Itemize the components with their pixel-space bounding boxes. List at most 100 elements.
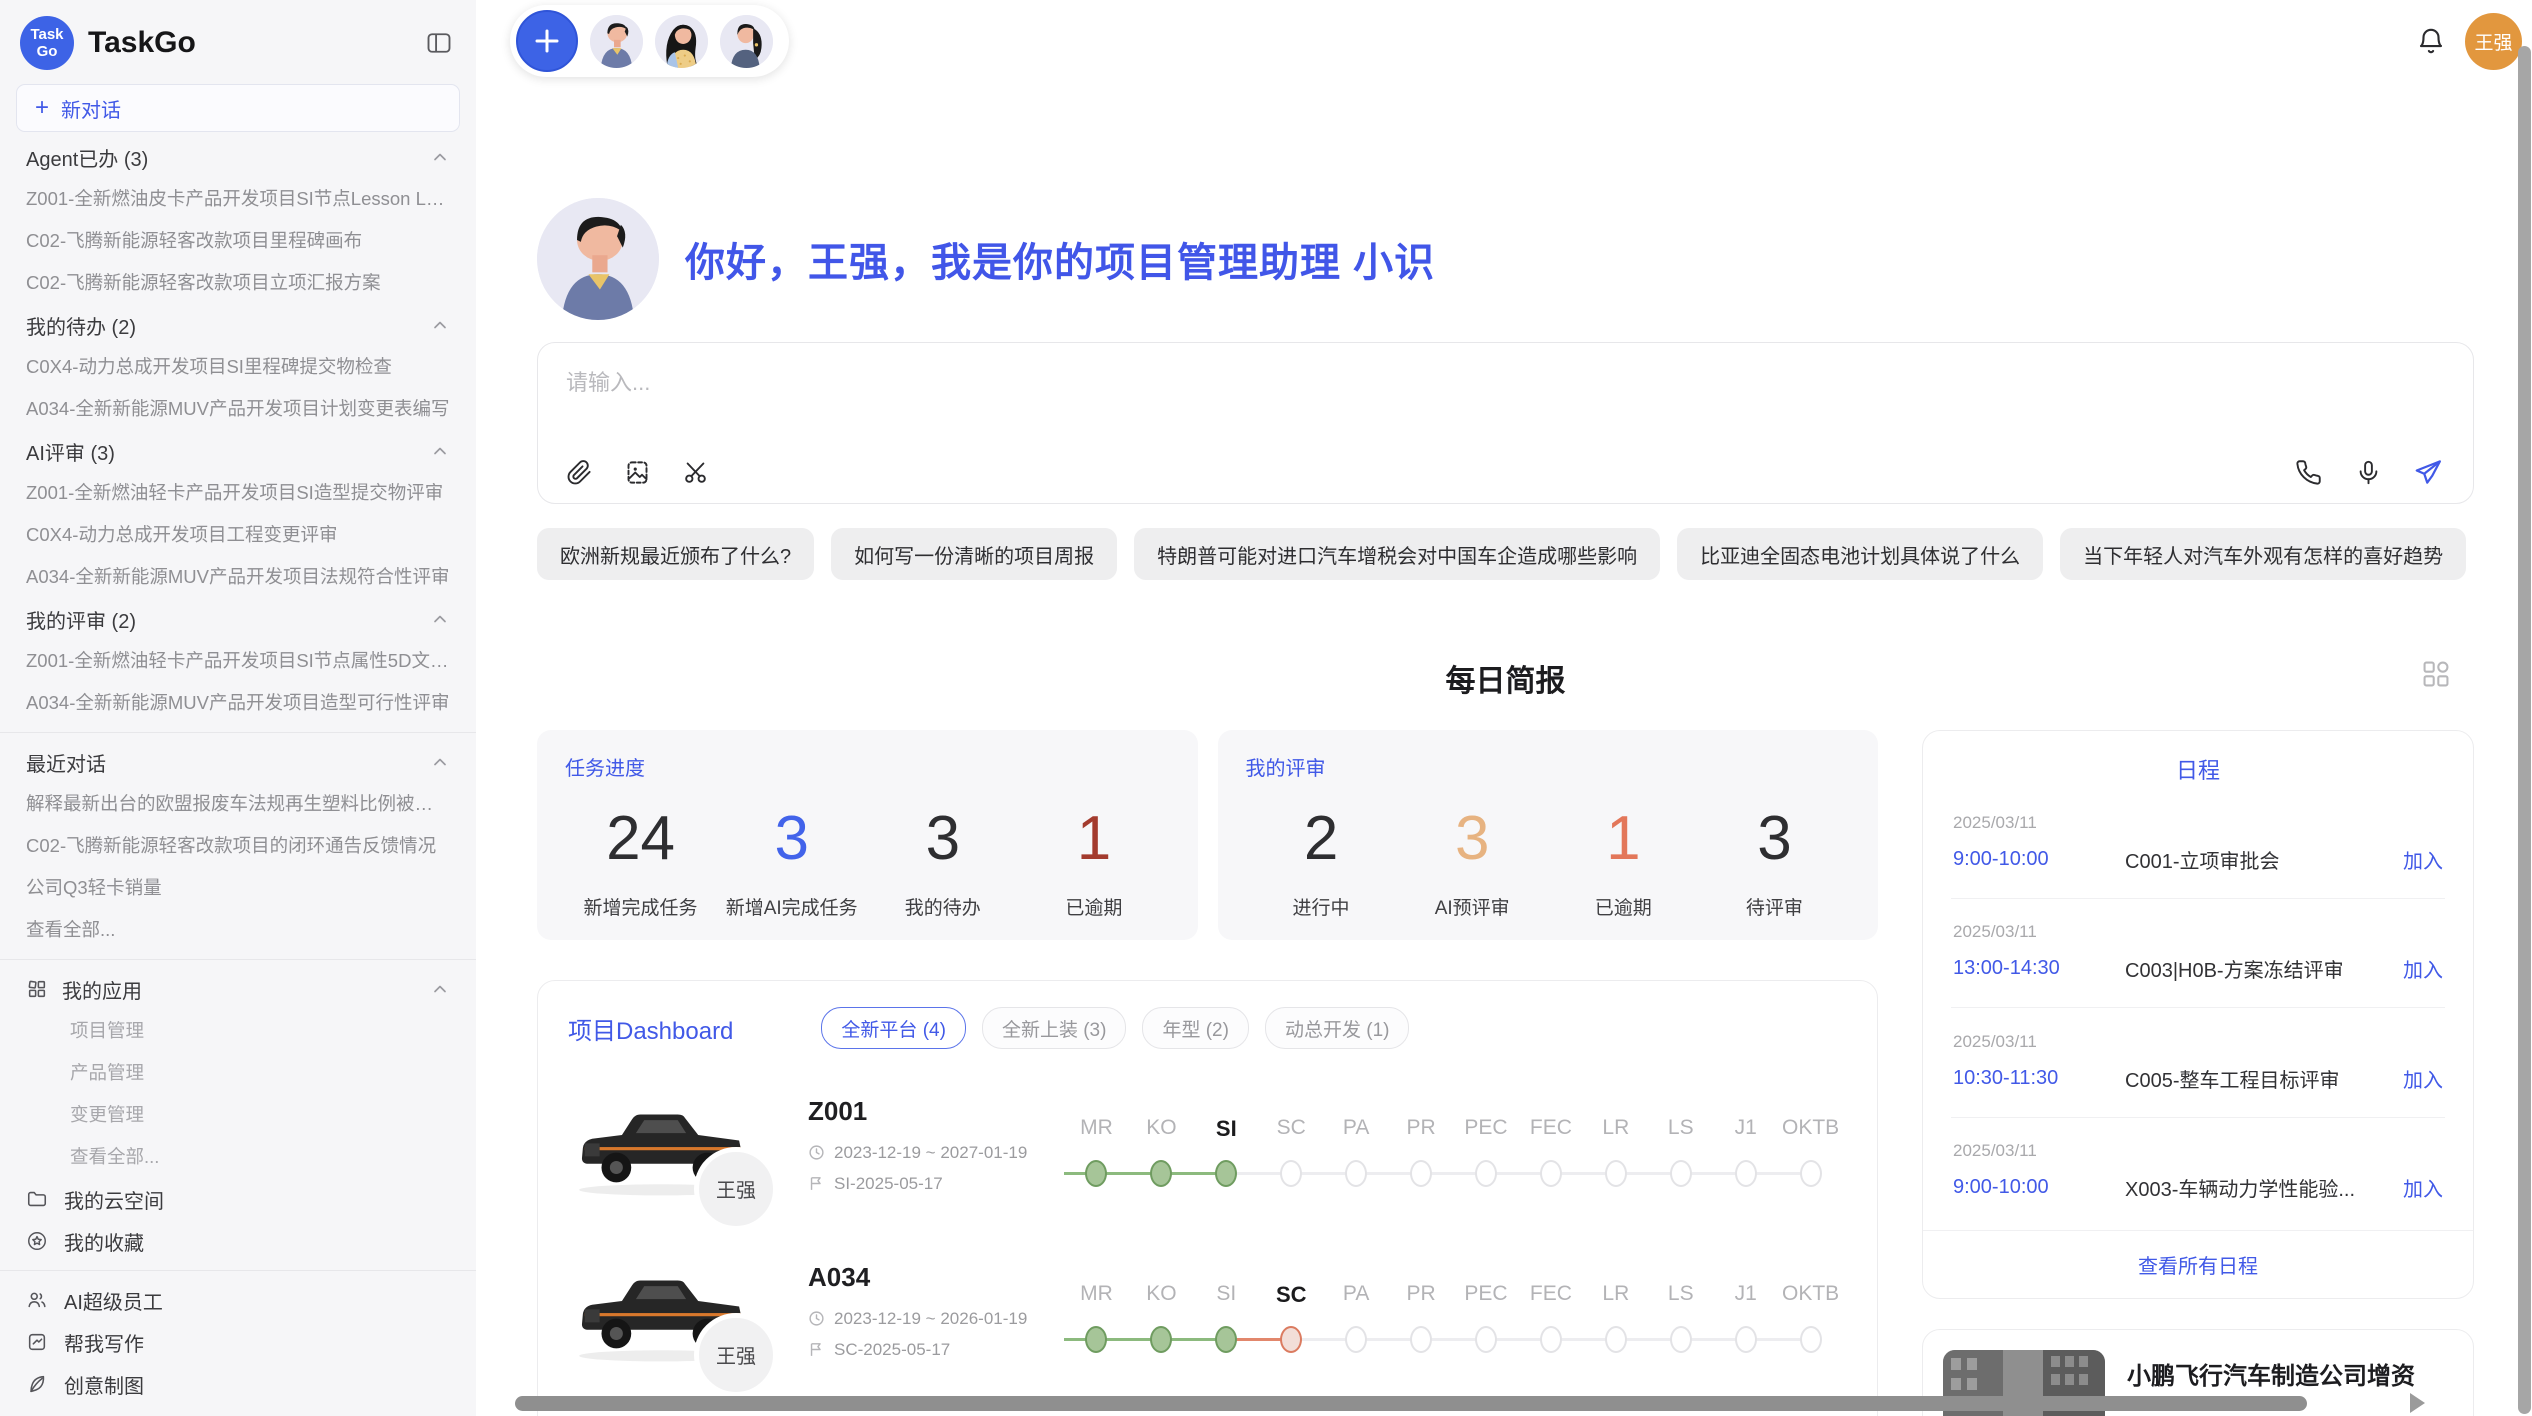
milestone-dot bbox=[1410, 1160, 1432, 1187]
dashboard-tab[interactable]: 年型 (2) bbox=[1142, 1007, 1249, 1049]
my-apps-label: 我的应用 bbox=[62, 975, 416, 1004]
sidebar-sub-item[interactable]: 项目管理 bbox=[0, 1010, 476, 1052]
sidebar-item-people[interactable]: AI超级员工 bbox=[0, 1279, 476, 1321]
chevron-up-icon bbox=[430, 979, 450, 999]
join-meeting-link[interactable]: 加入 bbox=[2403, 845, 2443, 874]
write-icon bbox=[26, 1331, 48, 1353]
join-meeting-link[interactable]: 加入 bbox=[2403, 1064, 2443, 1093]
divider bbox=[0, 1270, 476, 1271]
new-chat-button[interactable]: + 新对话 bbox=[16, 84, 460, 132]
image-upload-icon[interactable] bbox=[622, 457, 652, 487]
suggestion-chip[interactable]: 欧洲新规最近颁布了什么? bbox=[537, 528, 814, 580]
sidebar-item[interactable]: A034-全新新能源MUV产品开发项目法规符合性评审 bbox=[0, 556, 476, 598]
notification-bell-icon[interactable] bbox=[2413, 23, 2449, 59]
join-meeting-link[interactable]: 加入 bbox=[2403, 1173, 2443, 1202]
avatar-assistant-1[interactable] bbox=[590, 15, 643, 68]
sidebar-item[interactable]: C02-飞腾新能源轻客改款项目的闭环通告反馈情况 bbox=[0, 825, 476, 867]
milestone-dot bbox=[1735, 1326, 1757, 1353]
scissors-icon[interactable] bbox=[680, 457, 710, 487]
stat-columns: 2进行中3AI预评审1已逾期3待评审 bbox=[1246, 807, 1851, 920]
sidebar-item-star[interactable]: 我的收藏 bbox=[0, 1220, 476, 1262]
sidebar-item[interactable]: Z001-全新燃油轻卡产品开发项目SI节点属性5D文件评审 bbox=[0, 640, 476, 682]
sidebar-item[interactable]: C02-飞腾新能源轻客改款项目立项汇报方案 bbox=[0, 262, 476, 304]
stat-card-title: 我的评审 bbox=[1246, 752, 1851, 781]
app-logo: Task Go bbox=[20, 16, 74, 70]
milestone-label: LR bbox=[1602, 1116, 1629, 1144]
milestone-label: KO bbox=[1146, 1116, 1176, 1144]
sidebar-item[interactable]: 查看全部... bbox=[0, 909, 476, 951]
sidebar-sub-item[interactable]: 产品管理 bbox=[0, 1052, 476, 1094]
add-conversation-button[interactable] bbox=[516, 10, 578, 72]
suggestion-chip[interactable]: 如何写一份清晰的项目周报 bbox=[831, 528, 1117, 580]
sidebar-item[interactable]: 公司Q3轻卡销量 bbox=[0, 867, 476, 909]
schedule-item-main: 9:00-10:00C001-立项审批会加入 bbox=[1953, 845, 2443, 874]
divider bbox=[1951, 1117, 2445, 1118]
stat-value: 1 bbox=[1548, 807, 1699, 871]
sidebar-item[interactable]: C02-飞腾新能源轻客改款项目里程碑画布 bbox=[0, 220, 476, 262]
stat-label: 新增AI完成任务 bbox=[716, 893, 867, 920]
suggestion-chip[interactable]: 比亚迪全固态电池计划具体说了什么 bbox=[1677, 528, 2043, 580]
milestone: SI bbox=[1194, 1116, 1259, 1187]
avatar-assistant-2[interactable] bbox=[655, 15, 708, 68]
sidebar-section-header[interactable]: 我的待办 (2) bbox=[0, 304, 476, 346]
milestone: PEC bbox=[1454, 1116, 1519, 1187]
schedule-date: 2025/03/11 bbox=[1953, 1141, 2443, 1161]
milestone: MR bbox=[1064, 1282, 1129, 1353]
sidebar-item[interactable]: Z001-全新燃油轻卡产品开发项目SI造型提交物评审 bbox=[0, 472, 476, 514]
sidebar-item-quill[interactable]: 创意制图 bbox=[0, 1363, 476, 1405]
dashboard-tab[interactable]: 全新平台 (4) bbox=[821, 1007, 966, 1049]
scroll-right-arrow[interactable] bbox=[2410, 1393, 2425, 1413]
chat-input[interactable] bbox=[564, 363, 2447, 427]
milestone: SI bbox=[1194, 1282, 1259, 1353]
microphone-icon[interactable] bbox=[2353, 457, 2383, 487]
app-title: TaskGo bbox=[88, 26, 422, 60]
schedule-date: 2025/03/11 bbox=[1953, 1032, 2443, 1052]
dashboard-tab[interactable]: 全新上装 (3) bbox=[982, 1007, 1127, 1049]
stat-card: 我的评审 2进行中3AI预评审1已逾期3待评审 bbox=[1218, 730, 1879, 940]
stat-item: 3待评审 bbox=[1699, 807, 1850, 920]
milestone: SC bbox=[1259, 1282, 1324, 1353]
avatar-assistant-3[interactable] bbox=[720, 15, 773, 68]
user-avatar[interactable]: 王强 bbox=[2465, 13, 2522, 70]
chat-input-card bbox=[537, 342, 2474, 504]
attachment-icon[interactable] bbox=[564, 457, 594, 487]
sidebar-item[interactable]: C0X4-动力总成开发项目SI里程碑提交物检查 bbox=[0, 346, 476, 388]
sidebar-item[interactable]: 解释最新出台的欧盟报废车法规再生塑料比例被调至15%... bbox=[0, 783, 476, 825]
sidebar-section-header[interactable]: 最近对话 bbox=[0, 741, 476, 783]
milestone-dot bbox=[1605, 1160, 1627, 1187]
stat-item: 3AI预评审 bbox=[1397, 807, 1548, 920]
schedule-item: 2025/03/119:00-10:00C001-立项审批会加入 bbox=[1923, 803, 2473, 884]
schedule-title: 日程 bbox=[1923, 731, 2473, 785]
sidebar-item-my-apps[interactable]: 我的应用 bbox=[0, 968, 476, 1010]
sidebar-item-folder[interactable]: 我的云空间 bbox=[0, 1178, 476, 1220]
join-meeting-link[interactable]: 加入 bbox=[2403, 954, 2443, 983]
sidebar-item[interactable]: A034-全新新能源MUV产品开发项目计划变更表编写 bbox=[0, 388, 476, 430]
stat-value: 3 bbox=[716, 807, 867, 871]
horizontal-scrollbar[interactable] bbox=[515, 1396, 2307, 1411]
sidebar-section-title: 最近对话 bbox=[26, 748, 106, 777]
sidebar-section-header[interactable]: AI评审 (3) bbox=[0, 430, 476, 472]
quill-icon bbox=[26, 1373, 48, 1395]
sidebar-sub-item[interactable]: 变更管理 bbox=[0, 1094, 476, 1136]
phone-call-icon[interactable] bbox=[2293, 457, 2323, 487]
sidebar-sub-item[interactable]: 查看全部... bbox=[0, 1136, 476, 1178]
view-all-schedule-link[interactable]: 查看所有日程 bbox=[1923, 1230, 2473, 1298]
user-initials: 王强 bbox=[2474, 28, 2512, 55]
sidebar-section-header[interactable]: Agent已办 (3) bbox=[0, 136, 476, 178]
sidebar-item[interactable]: C0X4-动力总成开发项目工程变更评审 bbox=[0, 514, 476, 556]
sidebar-item[interactable]: A034-全新新能源MUV产品开发项目造型可行性评审 bbox=[0, 682, 476, 724]
suggestion-chip[interactable]: 当下年轻人对汽车外观有怎样的喜好趋势 bbox=[2060, 528, 2466, 580]
stats-row: 任务进度24新增完成任务3新增AI完成任务3我的待办1已逾期我的评审2进行中3A… bbox=[537, 730, 1878, 940]
sidebar-item[interactable]: Z001-全新燃油皮卡产品开发项目SI节点Lesson Learn报告 bbox=[0, 178, 476, 220]
send-icon[interactable] bbox=[2413, 457, 2443, 487]
vertical-scrollbar[interactable] bbox=[2518, 46, 2531, 1414]
milestone-label: LR bbox=[1602, 1282, 1629, 1310]
sidebar-item-write[interactable]: 帮我写作 bbox=[0, 1321, 476, 1363]
suggestion-chip[interactable]: 特朗普可能对进口汽车增税会对中国车企造成哪些影响 bbox=[1134, 528, 1660, 580]
layout-grid-icon[interactable] bbox=[2420, 658, 2452, 690]
milestone: PR bbox=[1389, 1116, 1454, 1187]
sidebar-collapse-icon[interactable] bbox=[422, 26, 456, 60]
dashboard-tab[interactable]: 动总开发 (1) bbox=[1265, 1007, 1410, 1049]
project-info: A0342023-12-19 ~ 2026-01-19SC-2025-05-17 bbox=[808, 1262, 1052, 1371]
sidebar-section-header[interactable]: 我的评审 (2) bbox=[0, 598, 476, 640]
